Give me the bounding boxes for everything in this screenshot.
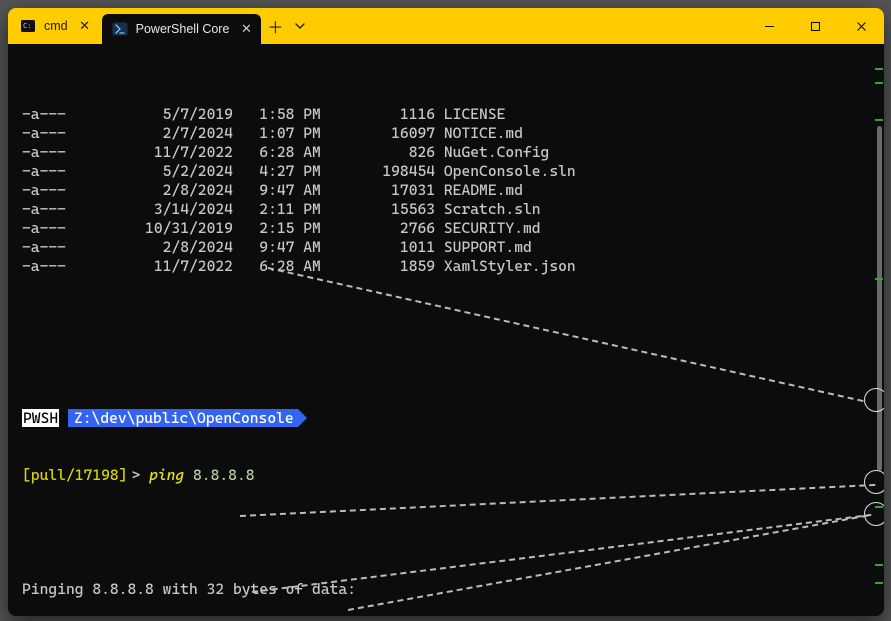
scroll-mark bbox=[875, 82, 883, 84]
scrollbar[interactable] bbox=[874, 44, 884, 616]
cmd-icon: C: bbox=[20, 18, 36, 34]
file-row: -a--- 5/2/2024 4:27 PM 198454 OpenConsol… bbox=[22, 162, 876, 181]
powershell-icon bbox=[112, 21, 128, 37]
scroll-mark bbox=[875, 119, 883, 121]
scroll-thumb[interactable] bbox=[877, 126, 882, 471]
tab-strip: C: cmd ✕ PowerShell Core ✕ ＋ bbox=[8, 8, 377, 44]
scroll-mark bbox=[875, 506, 883, 508]
close-tab-button[interactable]: ✕ bbox=[237, 20, 255, 38]
output-line: Pinging 8.8.8.8 with 32 bytes of data: bbox=[22, 580, 876, 599]
file-row: -a--- 3/14/2024 2:11 PM 15563 Scratch.sl… bbox=[22, 200, 876, 219]
annotation-line bbox=[268, 267, 864, 402]
scroll-mark bbox=[875, 582, 883, 584]
file-row: -a--- 2/8/2024 9:47 AM 1011 SUPPORT.md bbox=[22, 238, 876, 257]
minimize-button[interactable] bbox=[746, 8, 792, 44]
tab-cmd[interactable]: C: cmd ✕ bbox=[8, 8, 102, 44]
command-line: [pull/17198]> ping 8.8.8.8 bbox=[22, 466, 876, 485]
new-tab-button[interactable]: ＋ bbox=[261, 8, 289, 44]
terminal-surface[interactable]: -a--- 5/7/2019 1:58 PM 1116 LICENSE-a---… bbox=[8, 44, 884, 616]
file-listing: -a--- 5/7/2019 1:58 PM 1116 LICENSE-a---… bbox=[22, 105, 876, 276]
file-row: -a--- 11/7/2022 6:28 AM 826 NuGet.Config bbox=[22, 143, 876, 162]
file-row: -a--- 10/31/2019 2:15 PM 2766 SECURITY.m… bbox=[22, 219, 876, 238]
file-row: -a--- 2/7/2024 1:07 PM 16097 NOTICE.md bbox=[22, 124, 876, 143]
window-controls bbox=[746, 8, 884, 44]
tab-label: cmd bbox=[44, 19, 68, 33]
close-window-button[interactable] bbox=[838, 8, 884, 44]
scroll-mark bbox=[875, 68, 883, 70]
scroll-mark bbox=[875, 564, 883, 566]
tab-label: PowerShell Core bbox=[136, 22, 230, 36]
file-row: -a--- 11/7/2022 6:28 AM 1859 XamlStyler.… bbox=[22, 257, 876, 276]
file-row: -a--- 2/8/2024 9:47 AM 17031 README.md bbox=[22, 181, 876, 200]
prompt: PWSH Z:\dev\public\OpenConsole bbox=[22, 409, 876, 428]
tab-powershell[interactable]: PowerShell Core ✕ bbox=[102, 14, 262, 44]
close-tab-button[interactable]: ✕ bbox=[76, 17, 94, 35]
scroll-mark bbox=[875, 278, 883, 280]
title-bar: C: cmd ✕ PowerShell Core ✕ ＋ bbox=[8, 8, 884, 44]
tab-dropdown-button[interactable] bbox=[289, 8, 311, 44]
app-window: C: cmd ✕ PowerShell Core ✕ ＋ bbox=[8, 8, 884, 616]
annotation-line bbox=[240, 484, 875, 517]
file-row: -a--- 5/7/2019 1:58 PM 1116 LICENSE bbox=[22, 105, 876, 124]
maximize-button[interactable] bbox=[792, 8, 838, 44]
svg-text:C:: C: bbox=[23, 22, 31, 30]
